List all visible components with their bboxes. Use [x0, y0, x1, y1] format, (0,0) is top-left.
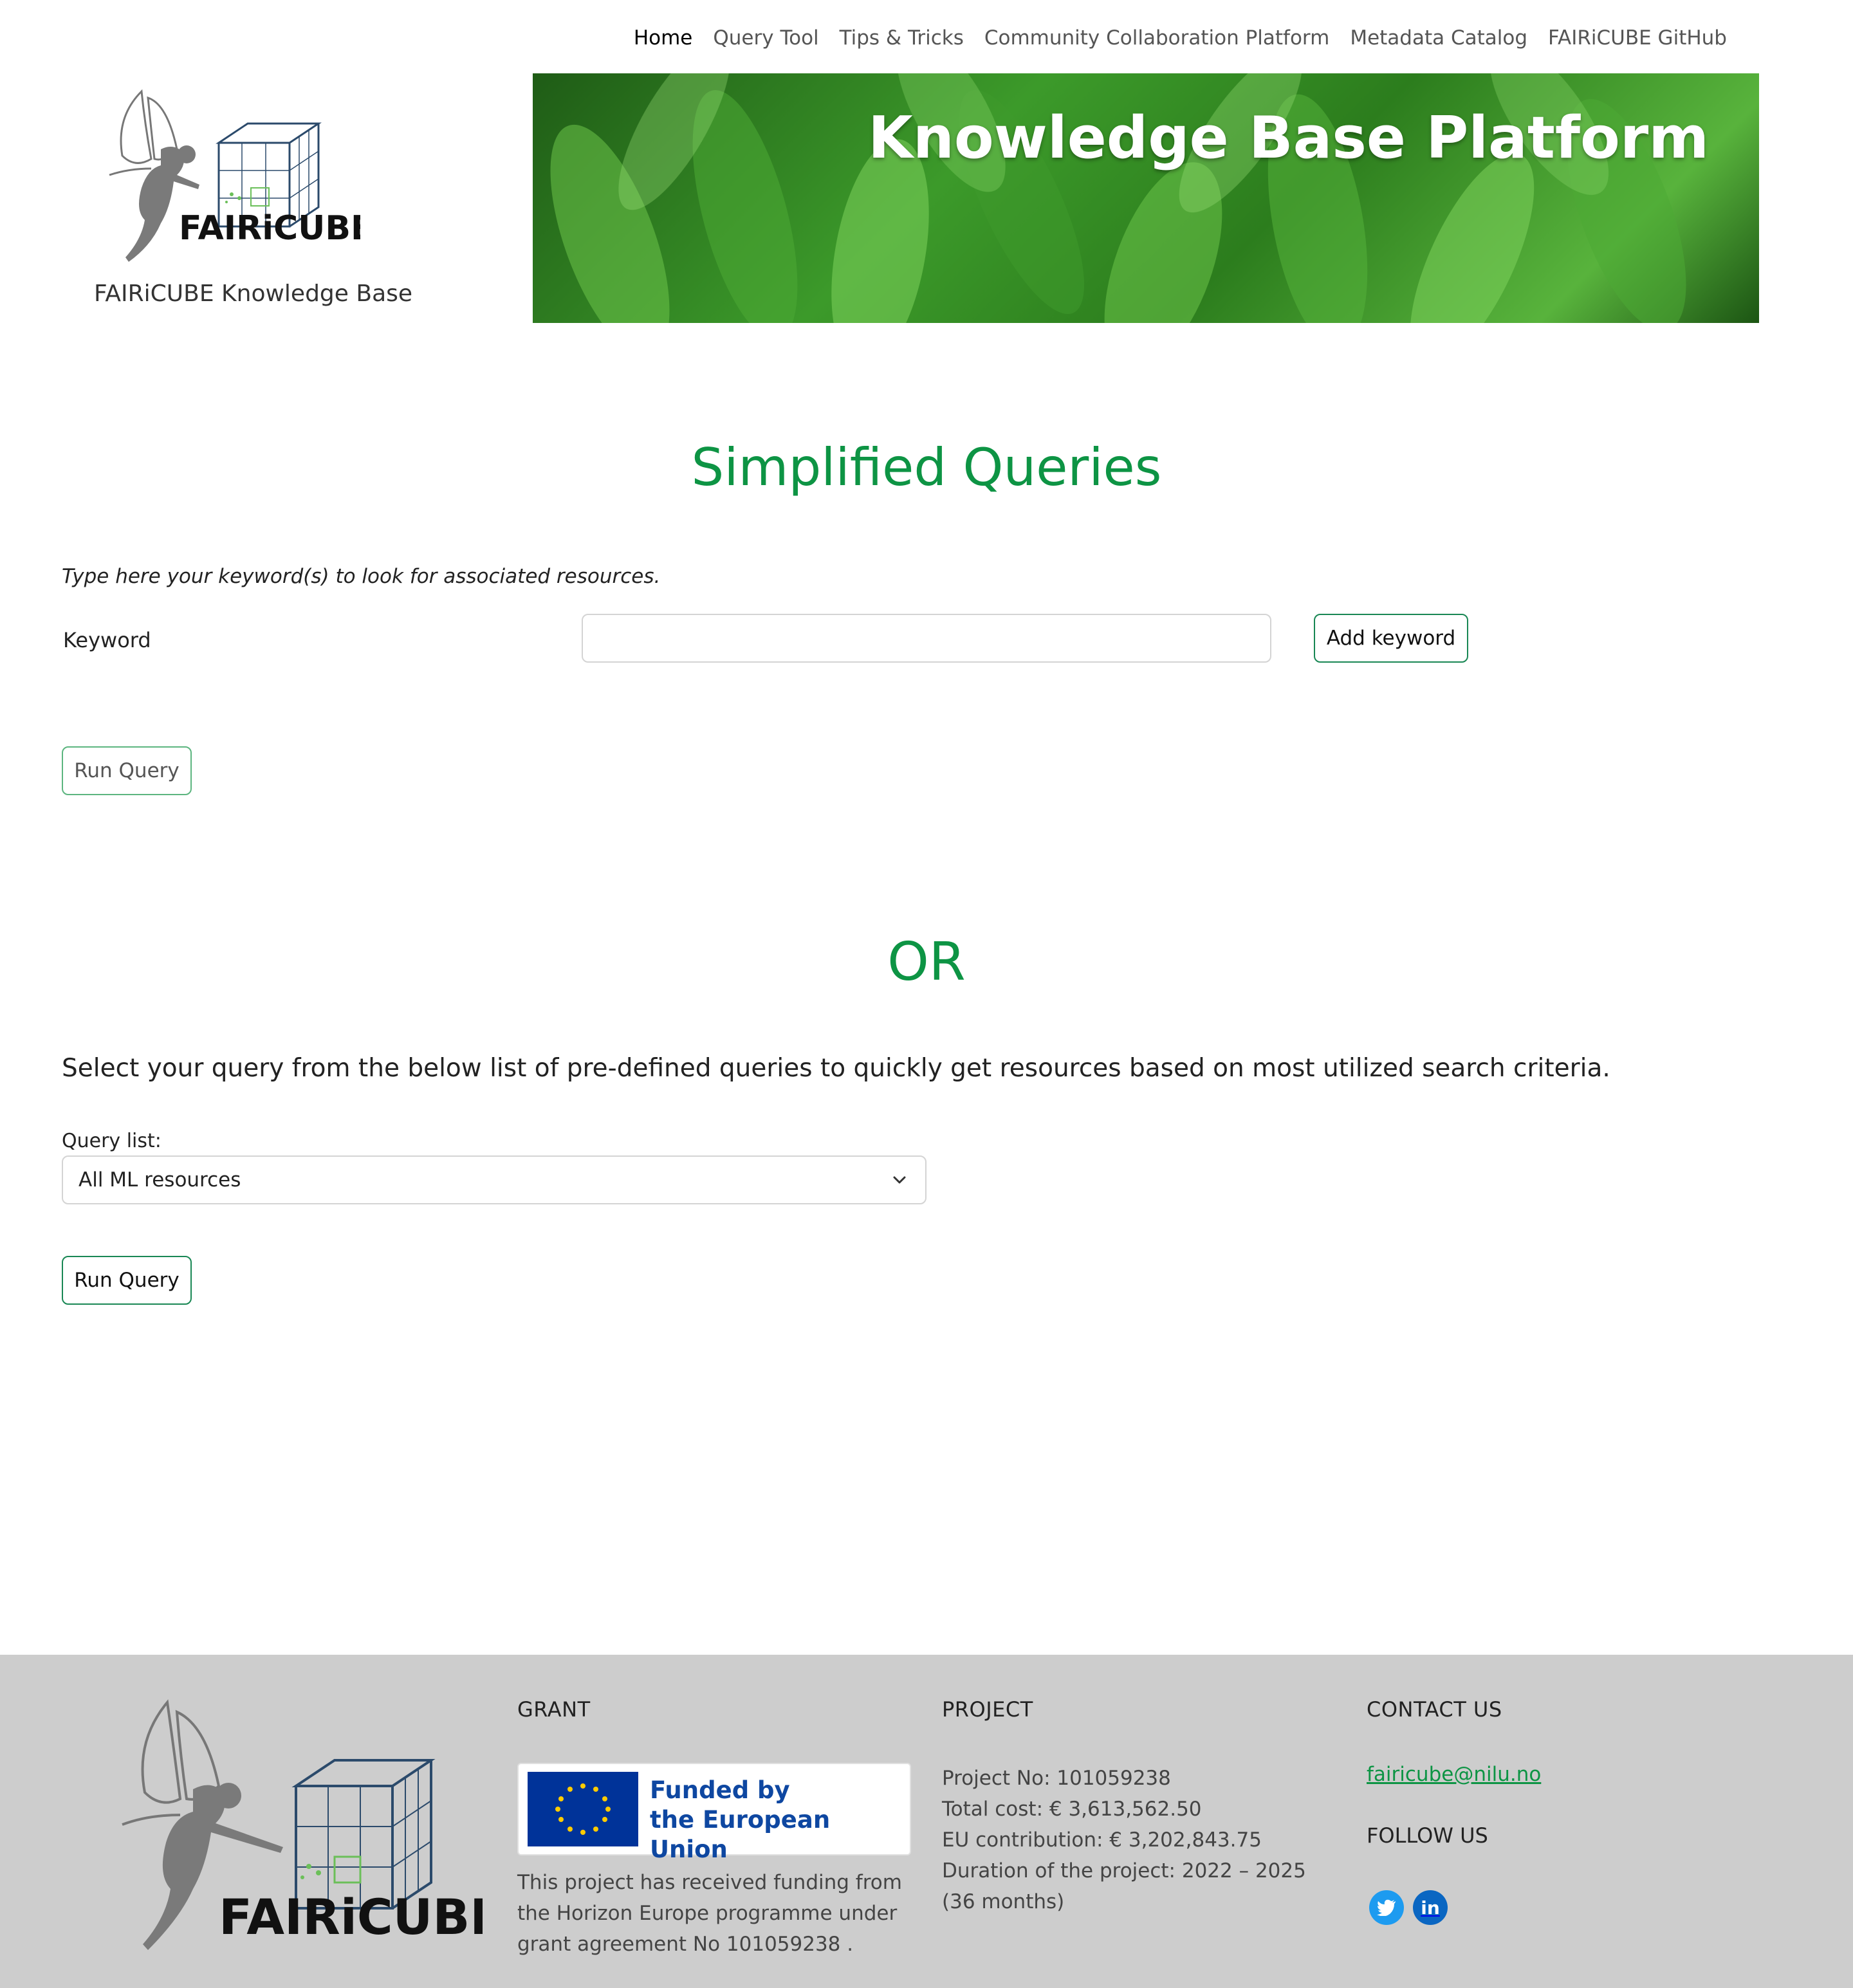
or-divider-title: OR — [887, 932, 966, 993]
logo-wordmark: FAIRiCUBE — [179, 209, 360, 248]
project-details: Project No: 101059238 Total cost: € 3,61… — [942, 1763, 1328, 1917]
fairy-cube-icon: FAIRiCUBE — [109, 89, 374, 262]
keyword-label: Keyword — [63, 628, 151, 652]
project-total-cost: Total cost: € 3,613,562.50 — [942, 1798, 1202, 1821]
keyword-instruction: Type here your keyword(s) to look for as… — [62, 565, 661, 588]
footer-fairy-cube-icon: FAIRiCUBE — [122, 1699, 503, 1950]
project-duration: Duration of the project: 2022 – 2025 (36… — [942, 1859, 1306, 1913]
query-list-label: Query list: — [62, 1130, 161, 1152]
add-keyword-button[interactable]: Add keyword — [1314, 614, 1468, 663]
logo-caption: FAIRiCUBE Knowledge Base — [94, 281, 413, 307]
nav-github[interactable]: FAIRiCUBE GitHub — [1538, 22, 1737, 54]
fairicube-logo[interactable]: FAIRiCUBE — [90, 78, 374, 278]
grant-heading: GRANT — [517, 1697, 591, 1722]
banner-title: Knowledge Base Platform — [868, 104, 1709, 172]
run-query-button-predefined[interactable]: Run Query — [62, 1256, 192, 1305]
nav-tips-tricks[interactable]: Tips & Tricks — [829, 22, 974, 54]
footer-logo[interactable]: FAIRiCUBE — [97, 1696, 503, 1973]
linkedin-icon[interactable]: in — [1413, 1890, 1448, 1925]
query-list-select[interactable]: All ML resources — [62, 1155, 926, 1204]
project-eu-contribution: EU contribution: € 3,202,843.75 — [942, 1828, 1262, 1852]
grant-description: This project has received funding from t… — [517, 1871, 902, 1956]
twitter-icon[interactable] — [1369, 1890, 1404, 1925]
follow-heading: FOLLOW US — [1367, 1823, 1488, 1848]
keyword-input[interactable] — [582, 614, 1271, 663]
eu-funding-text: Funded by the European Union — [650, 1776, 831, 1863]
contact-email-link[interactable]: fairicube@nilu.no — [1367, 1763, 1541, 1786]
chevron-down-icon — [893, 1176, 906, 1184]
eu-funding-badge: Funded by the European Union — [517, 1763, 911, 1863]
nav-query-tool[interactable]: Query Tool — [703, 22, 829, 54]
eu-flag-icon — [528, 1772, 638, 1846]
nav-metadata-catalog[interactable]: Metadata Catalog — [1340, 22, 1538, 54]
top-nav: Home Query Tool Tips & Tricks Community … — [623, 22, 1737, 54]
hero-banner: Knowledge Base Platform — [533, 73, 1759, 323]
query-list-selected: All ML resources — [78, 1168, 241, 1192]
project-number: Project No: 101059238 — [942, 1767, 1171, 1790]
contact-heading: CONTACT US — [1367, 1697, 1502, 1722]
footer-logo-wordmark: FAIRiCUBE — [219, 1888, 483, 1946]
run-query-button-simplified[interactable]: Run Query — [62, 746, 192, 795]
nav-community-platform[interactable]: Community Collaboration Platform — [974, 22, 1340, 54]
site-footer: FAIRiCUBE GRANT Funded by the European U… — [0, 1655, 1853, 1988]
nav-home[interactable]: Home — [623, 22, 703, 54]
project-heading: PROJECT — [942, 1697, 1033, 1722]
predefined-intro: Select your query from the below list of… — [62, 1054, 1610, 1083]
simplified-queries-title: Simplified Queries — [691, 437, 1162, 497]
